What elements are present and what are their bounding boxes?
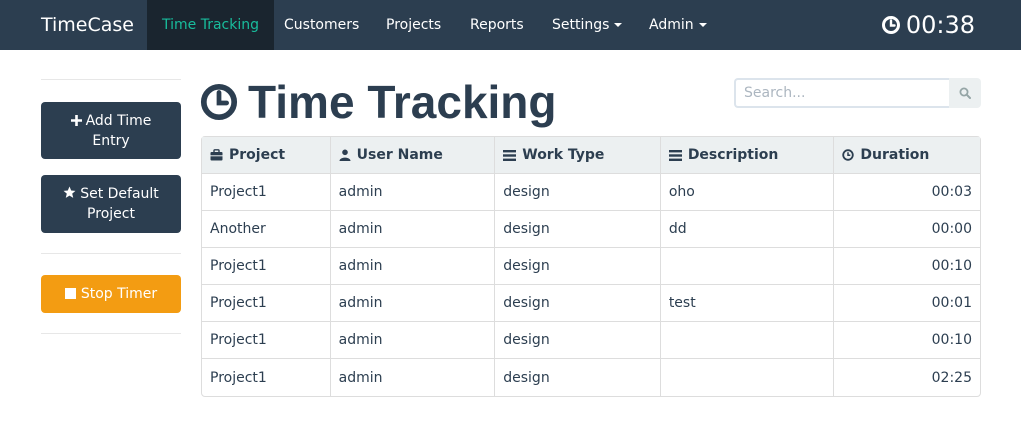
cell-duration: 00:03 <box>834 174 980 211</box>
cell-user-name: admin <box>330 285 496 322</box>
stop-timer-content: Stop Timer <box>64 284 158 304</box>
nav-customers[interactable]: Customers <box>269 0 374 50</box>
stop-icon <box>64 288 76 299</box>
table-row[interactable]: Project1 admin design 00:10 <box>202 322 980 359</box>
column-header-user-name-label: User Name <box>356 147 443 163</box>
list-icon <box>503 149 517 161</box>
cell-project: Project1 <box>202 248 331 285</box>
cell-work-type: design <box>495 211 661 248</box>
cell-user-name: admin <box>330 322 496 359</box>
cell-work-type: design <box>495 359 661 396</box>
nav-admin-dropdown[interactable]: Admin <box>634 0 722 50</box>
stop-timer-button[interactable]: Stop Timer <box>41 275 181 313</box>
column-header-description[interactable]: Description <box>660 137 835 174</box>
cell-duration: 00:10 <box>834 248 980 285</box>
cell-description: oho <box>660 174 835 211</box>
cell-duration: 00:00 <box>834 211 980 248</box>
plus-icon <box>70 114 82 126</box>
page-title-text: Time Tracking <box>248 76 557 128</box>
list-icon <box>668 149 682 161</box>
search-input[interactable] <box>734 78 949 108</box>
cell-duration: 00:10 <box>834 322 980 359</box>
nav-reports[interactable]: Reports <box>455 0 539 50</box>
search-group <box>734 78 981 108</box>
column-header-work-type-label: Work Type <box>522 147 605 163</box>
add-time-entry-content: Add Time Entry <box>51 111 171 151</box>
user-icon <box>339 149 351 161</box>
add-time-entry-label: Add Time Entry <box>85 112 152 149</box>
column-header-user-name[interactable]: User Name <box>330 137 496 174</box>
cell-duration: 02:25 <box>931 369 972 386</box>
caret-down-icon <box>698 23 707 27</box>
column-header-duration-label: Duration <box>860 147 930 163</box>
column-header-project[interactable]: Project <box>202 137 331 174</box>
column-header-description-label: Description <box>687 147 779 163</box>
cell-description <box>661 359 835 396</box>
nav-admin-label: Admin <box>649 17 694 33</box>
search-button[interactable] <box>949 78 981 108</box>
nav-projects[interactable]: Projects <box>371 0 456 50</box>
clock-icon <box>842 149 855 161</box>
nav-time-tracking[interactable]: Time Tracking <box>147 0 274 50</box>
sidebar-divider <box>41 333 181 334</box>
cell-user-name: admin <box>330 174 496 211</box>
add-time-entry-button[interactable]: Add Time Entry <box>41 102 181 159</box>
cell-user-name: admin <box>330 211 496 248</box>
top-navbar: TimeCase Time Tracking Customers Project… <box>0 0 1021 50</box>
cell-work-type: design <box>495 322 661 359</box>
cell-project: Project1 <box>202 322 331 359</box>
cell-work-type: design <box>495 248 661 285</box>
cell-description: test <box>660 285 835 322</box>
table-header-row: Project User Name Work Type Description <box>202 137 980 174</box>
briefcase-icon <box>210 149 223 161</box>
table-row[interactable]: Project1 admin design test 00:01 <box>202 285 980 322</box>
running-timer[interactable]: 00:38 <box>881 0 975 50</box>
brand-logo[interactable]: TimeCase <box>41 0 134 50</box>
column-header-work-type[interactable]: Work Type <box>495 137 661 174</box>
cell-project: Another <box>202 211 331 248</box>
timer-value: 00:38 <box>905 11 975 39</box>
cell-user-name: admin <box>330 248 496 285</box>
sidebar-divider <box>41 253 181 254</box>
column-header-project-label: Project <box>229 147 286 163</box>
set-default-project-label: Set Default Project <box>80 186 159 222</box>
cell-project: Project1 <box>202 359 331 396</box>
star-icon <box>63 186 76 198</box>
nav-settings-dropdown[interactable]: Settings <box>537 0 637 50</box>
cell-user-name: admin <box>331 359 496 396</box>
clock-icon <box>881 16 900 34</box>
cell-work-type: design <box>495 174 661 211</box>
stop-timer-label: Stop Timer <box>80 286 158 302</box>
cell-work-type: design <box>495 285 661 322</box>
nav-settings-label: Settings <box>552 17 610 33</box>
table-row[interactable]: Project1 admin design oho 00:03 <box>202 174 980 211</box>
column-header-duration[interactable]: Duration <box>834 137 980 174</box>
cell-description <box>660 248 835 285</box>
cell-project: Project1 <box>202 174 331 211</box>
cell-description: dd <box>660 211 835 248</box>
table-row[interactable]: Project1 admin design 00:10 <box>202 248 980 285</box>
page-title: Time Tracking <box>200 72 557 132</box>
cell-duration: 00:01 <box>834 285 980 322</box>
time-entries-table: Project User Name Work Type Description <box>201 136 981 397</box>
table-row[interactable]: Another admin design dd 00:00 <box>202 211 980 248</box>
cell-project: Project1 <box>202 285 331 322</box>
table-row[interactable]: Project1 admin design 02:25 <box>202 359 980 396</box>
search-icon <box>959 87 971 99</box>
set-default-project-button[interactable]: Set Default Project <box>41 175 181 233</box>
cell-description <box>660 322 835 359</box>
clock-icon <box>200 83 238 121</box>
caret-down-icon <box>614 23 623 27</box>
sidebar-divider <box>41 79 181 80</box>
set-default-project-content: Set Default Project <box>51 184 171 224</box>
